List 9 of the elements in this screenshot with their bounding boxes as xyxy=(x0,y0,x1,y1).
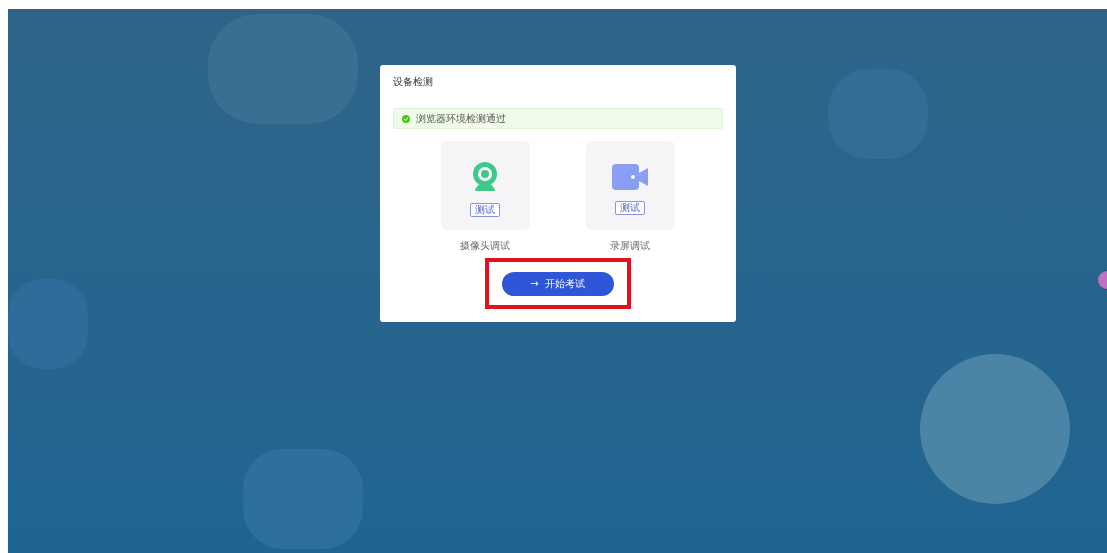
device-label: 录屏调试 xyxy=(610,240,650,252)
video-camera-icon xyxy=(612,164,648,190)
webcam-icon xyxy=(471,162,499,192)
test-button[interactable]: 测试 xyxy=(615,201,645,215)
start-exam-button[interactable]: → 开始考试 xyxy=(501,271,614,296)
device-label: 摄像头调试 xyxy=(460,240,510,252)
test-button[interactable]: 测试 xyxy=(470,203,500,217)
dialog-title: 设备检测 xyxy=(392,75,434,89)
alert-text: 浏览器环境检测通过 xyxy=(415,112,506,125)
